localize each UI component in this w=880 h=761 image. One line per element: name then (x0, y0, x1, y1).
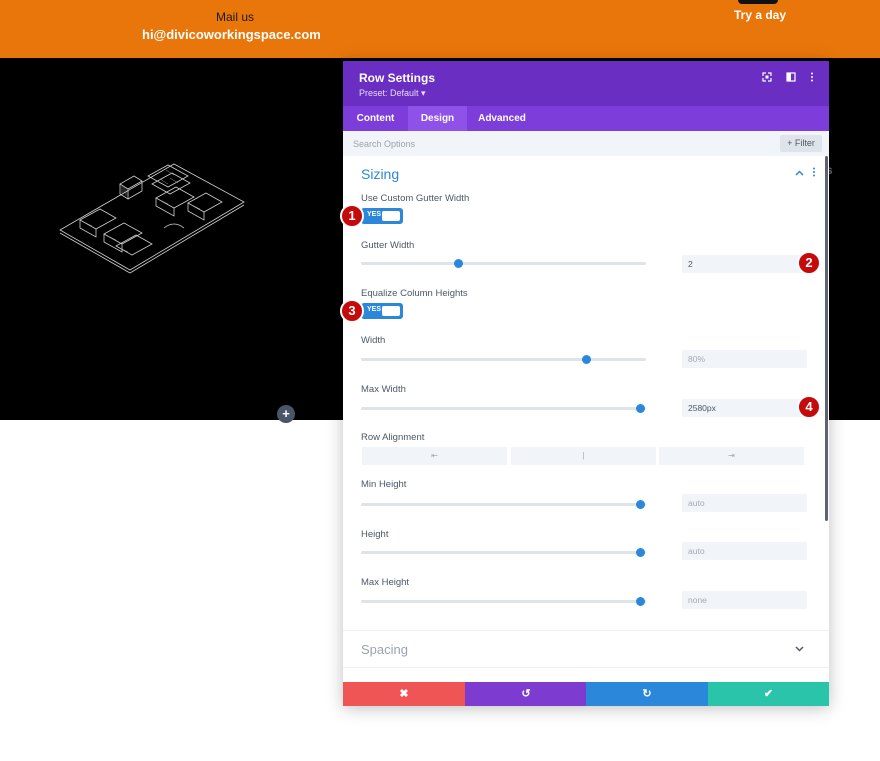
height-label: Height (361, 529, 389, 540)
align-right-button[interactable]: ⇥ (659, 447, 804, 465)
annotation-marker-2: 2 (797, 251, 821, 275)
more-options-icon[interactable] (805, 72, 819, 86)
add-section-button[interactable]: + (277, 405, 295, 423)
undo-button[interactable]: ↺ (465, 682, 587, 706)
height-slider[interactable] (361, 548, 646, 557)
section-divider (343, 667, 829, 668)
settings-tabs: Content Design Advanced (343, 106, 829, 131)
min-height-slider[interactable] (361, 500, 646, 509)
equalize-heights-toggle[interactable]: YES (361, 303, 403, 319)
toggle-knob (382, 211, 400, 221)
align-center-button[interactable]: | (511, 447, 656, 465)
max-height-input[interactable]: none (682, 591, 807, 609)
gutter-width-input[interactable]: 2 (682, 255, 807, 273)
section-options-icon[interactable] (812, 167, 816, 180)
min-height-slider-handle[interactable] (636, 500, 646, 509)
cancel-button[interactable]: ✖ (343, 682, 465, 706)
row-settings-modal: Row Settings Preset: Default ▾ Content D… (343, 61, 829, 706)
settings-scroll-area: Sizing Use Custom Gutter Width YES Gutte… (343, 156, 829, 682)
mail-label: Mail us (216, 10, 255, 24)
height-input[interactable]: auto (682, 542, 807, 560)
max-height-slider-handle[interactable] (636, 597, 646, 606)
max-width-slider[interactable] (361, 404, 646, 413)
floorplan-illustration (59, 163, 245, 274)
try-a-day-link[interactable]: Try a day (734, 8, 786, 22)
mail-address-link[interactable]: hi@divicoworkingspace.com (142, 27, 321, 42)
max-height-slider[interactable] (361, 597, 646, 606)
search-options-input[interactable] (353, 135, 773, 152)
max-width-label: Max Width (361, 384, 406, 395)
site-header: Mail us hi@divicoworkingspace.com Try a … (0, 0, 880, 58)
tab-advanced[interactable]: Advanced (467, 106, 537, 131)
fullscreen-icon[interactable] (760, 72, 774, 86)
redo-button[interactable]: ↻ (586, 682, 708, 706)
toggle-knob (382, 306, 400, 316)
width-label: Width (361, 335, 386, 346)
spacing-section-title[interactable]: Spacing (361, 642, 408, 657)
width-slider[interactable] (361, 355, 646, 364)
sizing-section-title[interactable]: Sizing (361, 166, 399, 182)
tab-design[interactable]: Design (408, 106, 467, 131)
chevron-down-icon[interactable] (795, 644, 804, 654)
width-slider-handle[interactable] (582, 355, 592, 364)
search-row: + Filter (343, 131, 829, 156)
use-custom-gutter-toggle[interactable]: YES (361, 208, 403, 224)
modal-title: Row Settings (359, 71, 436, 85)
row-alignment-label: Row Alignment (361, 432, 425, 443)
align-left-button[interactable]: ⇤ (362, 447, 507, 465)
gutter-width-slider[interactable] (361, 259, 646, 268)
equalize-heights-label: Equalize Column Heights (361, 288, 468, 299)
max-width-input[interactable]: 2580px (682, 399, 807, 417)
toggle-yes-text: YES (367, 211, 382, 218)
chevron-up-icon[interactable] (795, 168, 804, 178)
modal-header: Row Settings Preset: Default ▾ (343, 61, 829, 106)
width-input[interactable]: 80% (682, 350, 807, 368)
tab-content[interactable]: Content (343, 106, 408, 131)
max-width-slider-handle[interactable] (636, 404, 646, 413)
toggle-yes-text: YES (367, 306, 382, 313)
max-height-label: Max Height (361, 577, 410, 588)
page: Mail us hi@divicoworkingspace.com Try a … (0, 0, 880, 761)
row-alignment-group: ⇤ | ⇥ (362, 447, 805, 465)
gutter-width-label: Gutter Width (361, 240, 415, 251)
height-slider-handle[interactable] (636, 548, 646, 557)
use-custom-gutter-label: Use Custom Gutter Width (361, 193, 470, 204)
annotation-marker-3: 3 (340, 299, 364, 323)
min-height-label: Min Height (361, 479, 407, 490)
modal-footer: ✖ ↺ ↻ ✔ (343, 682, 829, 706)
split-view-icon[interactable] (784, 72, 798, 86)
filter-button[interactable]: + Filter (780, 135, 822, 152)
annotation-marker-4: 4 (797, 395, 821, 419)
gutter-width-slider-handle[interactable] (453, 259, 463, 268)
annotation-marker-1: 1 (340, 204, 364, 228)
section-divider (343, 630, 829, 631)
min-height-input[interactable]: auto (682, 494, 807, 512)
try-button-edge[interactable] (738, 0, 778, 4)
modal-scrollbar[interactable] (825, 156, 828, 521)
save-button[interactable]: ✔ (708, 682, 829, 706)
preset-selector[interactable]: Preset: Default ▾ (359, 88, 426, 99)
